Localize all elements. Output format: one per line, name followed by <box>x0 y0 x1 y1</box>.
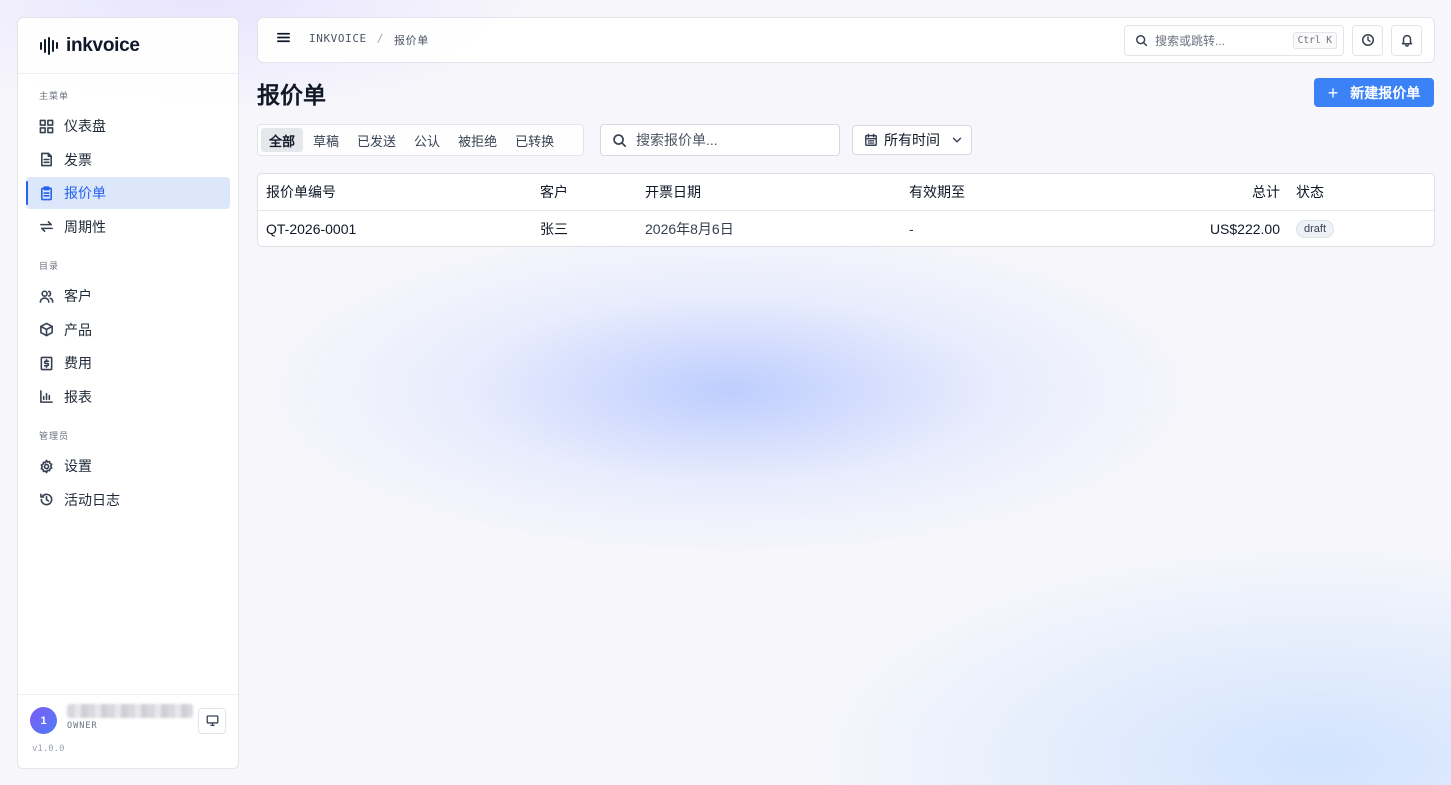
search-icon <box>613 133 626 147</box>
sidebar-item-dashboard[interactable]: 仪表盘 <box>26 110 230 142</box>
topbar: INKVOICE / 报价单 搜索或跳转... Ctrl K <box>257 17 1435 63</box>
sidebar-item-label: 周期性 <box>64 218 106 235</box>
bell-icon <box>1401 34 1412 47</box>
hamburger-icon <box>277 32 290 43</box>
quote-valid-until: - <box>909 220 914 237</box>
sidebar-item-activity-log[interactable]: 活动日志 <box>26 484 230 516</box>
sidebar-item-label: 活动日志 <box>64 491 120 508</box>
sidebar-item-reports[interactable]: 报表 <box>26 381 230 413</box>
quote-client: 张三 <box>540 220 568 237</box>
chart-icon <box>40 390 53 403</box>
chevron-down-icon <box>952 137 962 143</box>
table-row[interactable]: QT-2026-0001 张三 2026年8月6日 - US$222.00 dr… <box>258 210 1434 246</box>
sidebar-nav: 主菜单 仪表盘 发票 报价单 周期性 目录 客户 产品 费用 报表 管理员 设置… <box>18 74 238 516</box>
display-mode-button[interactable] <box>198 707 226 734</box>
global-search-placeholder: 搜索或跳转... <box>1155 33 1226 48</box>
quote-date: 2026年8月6日 <box>645 220 734 237</box>
breadcrumb-current: 报价单 <box>394 34 429 47</box>
users-icon <box>39 289 54 303</box>
breadcrumb-separator: / <box>376 32 385 45</box>
sidebar-item-settings[interactable]: 设置 <box>26 450 230 482</box>
sidebar-item-invoices[interactable]: 发票 <box>26 144 230 176</box>
search-shortcut-hint: Ctrl K <box>1292 31 1337 49</box>
sidebar-item-label: 产品 <box>64 321 92 338</box>
sidebar-item-label: 发票 <box>64 151 92 168</box>
quote-icon <box>41 185 52 200</box>
breadcrumb-root[interactable]: INKVOICE <box>309 32 367 48</box>
plus-icon: + <box>1327 82 1339 103</box>
calendar-icon <box>865 133 877 146</box>
recent-history-button[interactable] <box>1352 24 1383 56</box>
monitor-icon <box>206 715 218 727</box>
history-icon <box>40 493 53 506</box>
user-info: OWNER <box>67 704 198 731</box>
tab-all[interactable]: 全部 <box>261 128 304 152</box>
column-header-status[interactable]: 状态 <box>1288 174 1434 211</box>
tab-rejected[interactable]: 被拒绝 <box>450 128 505 152</box>
quote-number[interactable]: QT-2026-0001 <box>258 210 532 246</box>
global-search-input[interactable]: 搜索或跳转... Ctrl K <box>1124 24 1344 56</box>
logo-waveform-icon <box>40 36 58 55</box>
sidebar-item-expenses[interactable]: 费用 <box>26 347 230 379</box>
brand-name: inkvoice <box>66 34 140 56</box>
settings-icon <box>40 459 53 473</box>
sidebar-item-label: 仪表盘 <box>64 118 106 134</box>
clock-icon <box>1361 34 1374 46</box>
column-header-number[interactable]: 报价单编号 <box>258 174 532 211</box>
sidebar-item-label: 报表 <box>64 388 92 405</box>
sidebar-item-clients[interactable]: 客户 <box>26 280 230 312</box>
menu-toggle-button[interactable] <box>276 30 291 50</box>
tab-converted[interactable]: 已转换 <box>507 128 562 152</box>
sidebar: inkvoice 主菜单 仪表盘 发票 报价单 周期性 目录 客户 产品 费用 … <box>17 17 239 769</box>
tab-draft[interactable]: 草稿 <box>305 128 347 152</box>
user-profile[interactable]: 1 OWNER <box>30 704 226 734</box>
nav-section-title: 管理员 <box>39 432 70 442</box>
search-icon <box>1136 34 1148 46</box>
column-header-client[interactable]: 客户 <box>532 174 637 211</box>
column-header-total[interactable]: 总计 <box>1101 174 1288 211</box>
quote-search-input[interactable] <box>636 132 826 148</box>
tab-sent[interactable]: 已发送 <box>349 128 404 152</box>
new-quote-button[interactable]: + 新建报价单 <box>1314 78 1434 107</box>
sidebar-item-label: 设置 <box>64 458 92 474</box>
user-name-redacted <box>67 704 193 718</box>
date-range-label: 所有时间 <box>884 132 940 148</box>
expense-icon <box>40 356 53 370</box>
app-version: v1.0.0 <box>32 744 65 754</box>
quote-total: US$222.00 <box>1209 220 1280 237</box>
status-badge: draft <box>1296 220 1335 239</box>
brand-logo[interactable]: inkvoice <box>18 18 238 74</box>
sidebar-item-quotes[interactable]: 报价单 <box>26 177 230 209</box>
dashboard-icon <box>39 119 54 133</box>
tab-accepted[interactable]: 公认 <box>406 128 448 152</box>
column-header-valid-until[interactable]: 有效期至 <box>901 174 1101 211</box>
nav-section-title: 主菜单 <box>39 92 70 102</box>
notifications-button[interactable] <box>1391 24 1422 56</box>
invoice-icon <box>41 152 52 167</box>
avatar: 1 <box>30 707 57 734</box>
sidebar-item-label: 报价单 <box>64 185 106 201</box>
page-title: 报价单 <box>257 82 326 109</box>
package-icon <box>40 322 53 337</box>
quotes-table: 报价单编号 客户 开票日期 有效期至 总计 状态 QT-2026-0001 张三… <box>257 173 1435 247</box>
sidebar-item-recurring[interactable]: 周期性 <box>26 211 230 243</box>
date-range-select[interactable]: 所有时间 <box>852 125 972 155</box>
user-role: OWNER <box>67 721 98 731</box>
sidebar-item-label: 客户 <box>64 288 92 304</box>
column-header-date[interactable]: 开票日期 <box>637 174 901 211</box>
nav-section-title: 目录 <box>39 262 60 272</box>
breadcrumb: INKVOICE / 报价单 <box>309 32 429 48</box>
quote-search-field[interactable] <box>600 124 840 156</box>
sidebar-item-products[interactable]: 产品 <box>26 314 230 346</box>
new-quote-label: 新建报价单 <box>1350 84 1421 101</box>
recurring-icon <box>40 221 53 232</box>
table-header-row: 报价单编号 客户 开票日期 有效期至 总计 状态 <box>258 174 1434 211</box>
status-filter-tabs: 全部 草稿 已发送 公认 被拒绝 已转换 <box>257 124 584 156</box>
sidebar-item-label: 费用 <box>64 355 92 371</box>
quote-status-cell: draft <box>1288 210 1434 246</box>
sidebar-footer: 1 OWNER v1.0.0 <box>18 694 238 768</box>
topbar-actions: 搜索或跳转... Ctrl K <box>1124 24 1422 56</box>
